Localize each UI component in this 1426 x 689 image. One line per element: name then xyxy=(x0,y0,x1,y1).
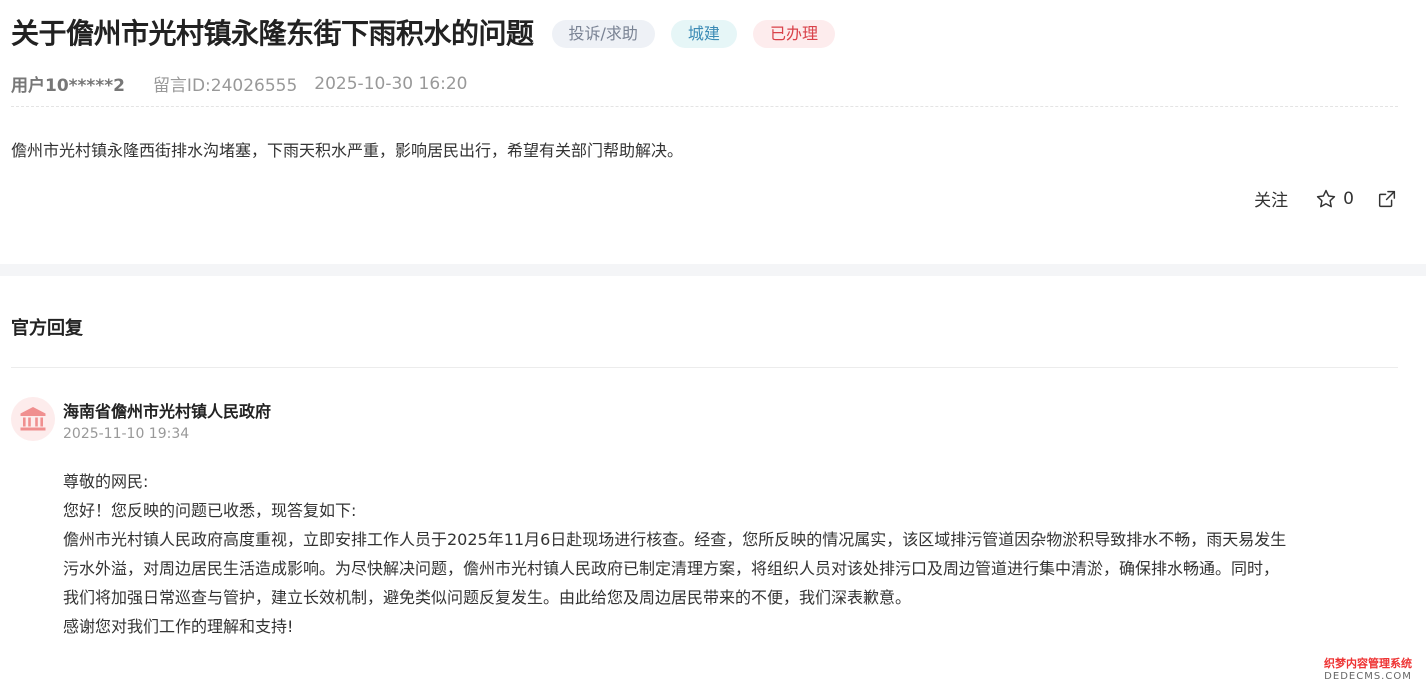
watermark-line1: 织梦内容管理系统 xyxy=(1324,657,1412,670)
reply-divider xyxy=(11,367,1398,368)
favorite-button[interactable]: 0 xyxy=(1315,188,1354,210)
reply-line: 我们将加强日常巡查与管护，建立长效机制，避免类似问题反复发生。由此给您及周边居民… xyxy=(63,588,912,607)
reply-line: 感谢您对我们工作的理解和支持! xyxy=(63,617,294,636)
org-avatar xyxy=(11,397,55,441)
meta-divider xyxy=(11,106,1398,107)
org-name: 海南省儋州市光村镇人民政府 xyxy=(63,402,272,421)
post-actions: 关注 0 xyxy=(1254,186,1398,211)
watermark: 织梦内容管理系统 DEDECMS.COM xyxy=(1316,657,1420,685)
reply-body: 尊敬的网民: 您好！您反映的问题已收悉，现答复如下: 儋州市光村镇人民政府高度重… xyxy=(63,467,1403,641)
domain-tag: 城建 xyxy=(670,20,737,48)
post-title: 关于儋州市光村镇永隆东街下雨积水的问题 xyxy=(11,17,534,50)
reply-line: 污水外溢，对周边居民生活造成影响。为尽快解决问题，儋州市光村镇人民政府已制定清理… xyxy=(63,559,1280,578)
favorite-count: 0 xyxy=(1343,188,1354,209)
reply-heading: 官方回复 xyxy=(11,318,83,339)
section-gap xyxy=(0,264,1426,276)
government-building-icon xyxy=(20,407,46,431)
post-card: 关于儋州市光村镇永隆东街下雨积水的问题 投诉/求助 城建 已办理 用户10***… xyxy=(0,0,1426,264)
type-tag: 投诉/求助 xyxy=(551,20,655,48)
post-user: 用户10*****2 xyxy=(11,76,125,96)
star-icon xyxy=(1317,189,1336,207)
share-button[interactable] xyxy=(1376,188,1398,210)
share-icon xyxy=(1378,190,1396,207)
reply-line: 尊敬的网民: xyxy=(63,472,149,491)
reply-time: 2025-11-10 19:34 xyxy=(63,426,190,442)
status-badge: 已办理 xyxy=(752,20,835,48)
follow-button[interactable]: 关注 xyxy=(1254,186,1288,211)
message-id: 留言ID:24026555 xyxy=(152,76,298,96)
post-time: 2025-10-30 16:20 xyxy=(314,73,468,94)
reply-line: 您好！您反映的问题已收悉，现答复如下: xyxy=(63,501,357,520)
post-meta: 用户10*****2 留言ID:24026555 2025-10-30 16:2… xyxy=(11,71,468,97)
post-content: 儋州市光村镇永隆西街排水沟堵塞，下雨天积水严重，影响居民出行，希望有关部门帮助解… xyxy=(11,141,684,160)
reply-line: 儋州市光村镇人民政府高度重视，立即安排工作人员于2025年11月6日赴现场进行核… xyxy=(63,530,1287,549)
watermark-line2: DEDECMS.COM xyxy=(1324,671,1412,682)
title-row: 关于儋州市光村镇永隆东街下雨积水的问题 投诉/求助 城建 已办理 xyxy=(11,14,835,54)
